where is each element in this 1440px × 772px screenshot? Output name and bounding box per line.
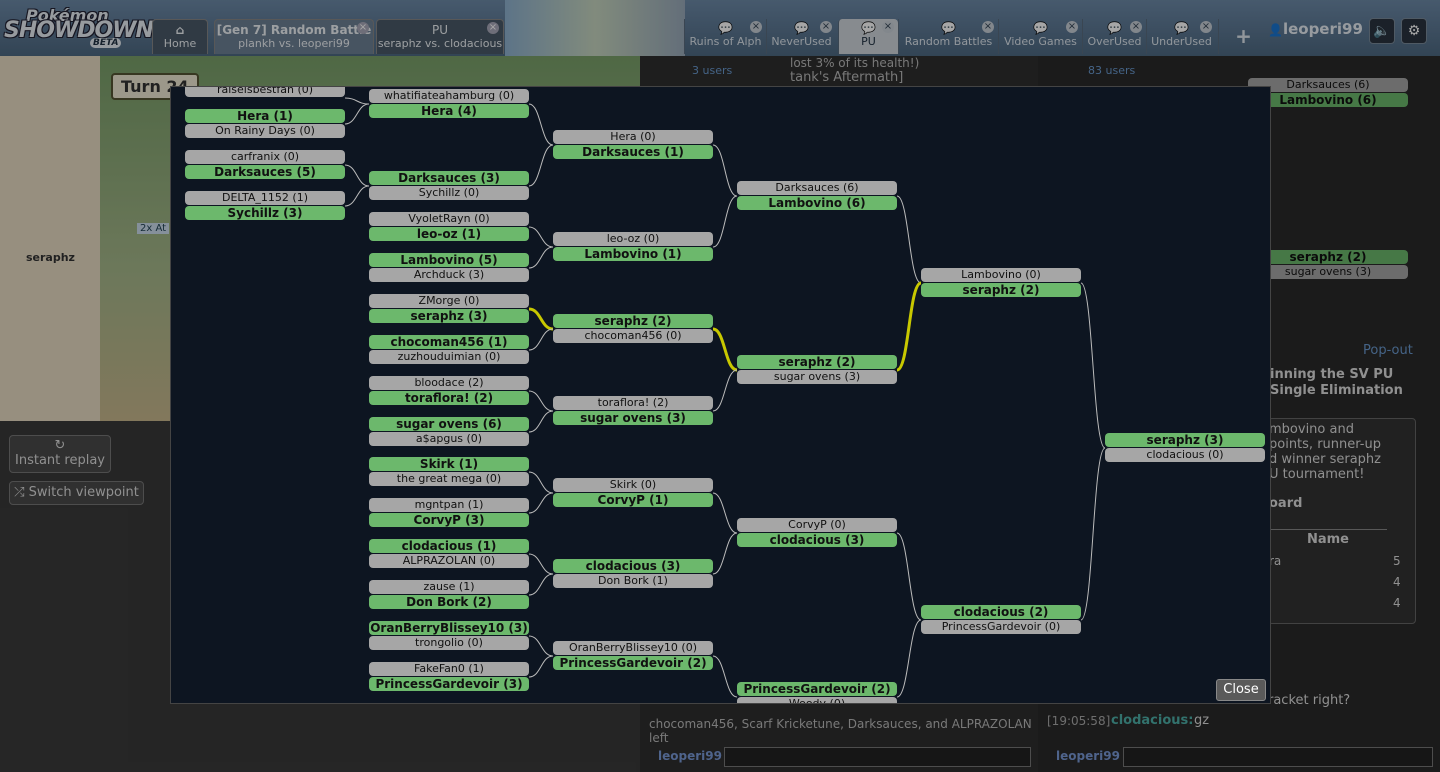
bracket-player-slot: seraphz (2) (737, 355, 897, 369)
bracket-player-slot: Sychillz (3) (185, 206, 345, 220)
bracket-player-slot: chocoman456 (0) (553, 329, 713, 343)
bracket-player-slot: clodacious (1) (369, 539, 529, 553)
bracket-match: leo-oz (0) Lambovino (1) (553, 232, 713, 262)
bracket-player-slot: Hera (1) (185, 109, 345, 123)
bracket-modal: ralseisbestfan (0) Hera (1) On Rainy Days … (170, 86, 1271, 704)
bracket-player-slot: ZMorge (0) (369, 294, 529, 308)
bracket-player-slot: Hera (4) (369, 104, 529, 118)
bracket-player-slot: clodacious (2) (921, 605, 1081, 619)
bracket-match: Lambovino (0) seraphz (2) (921, 268, 1081, 298)
bracket-match: chocoman456 (1) zuzhouduimian (0) (369, 335, 529, 365)
bracket-player-slot: clodacious (0) (1105, 448, 1265, 462)
bracket-match: FakeFan0 (1) PrincessGardevoir (3) (369, 662, 529, 692)
bracket-player-slot: toraflora! (2) (369, 391, 529, 405)
bracket-player-slot: Archduck (3) (369, 268, 529, 282)
bracket-player-slot: sugar ovens (3) (737, 370, 897, 384)
bracket-player-slot: CorvyP (1) (553, 493, 713, 507)
bracket-player-slot: OranBerryBlissey10 (3) (369, 621, 529, 635)
bracket-player-slot: zuzhouduimian (0) (369, 350, 529, 364)
bracket-player-slot: Darksauces (1) (553, 145, 713, 159)
bracket-player-slot: toraflora! (2) (553, 396, 713, 410)
bracket-match: bloodace (2) toraflora! (2) (369, 376, 529, 406)
bracket-player-slot: sugar ovens (6) (369, 417, 529, 431)
bracket-player-slot: FakeFan0 (1) (369, 662, 529, 676)
close-button[interactable]: Close (1216, 679, 1266, 701)
bracket-player-slot: bloodace (2) (369, 376, 529, 390)
bracket-player-slot: Lambovino (6) (737, 196, 897, 210)
bracket-player-slot: Darksauces (6) (737, 181, 897, 195)
bracket-player-slot: DELTA_1152 (1) (185, 191, 345, 205)
bracket-match: Darksauces (6) Lambovino (6) (737, 181, 897, 211)
bracket-player-slot: leo-oz (0) (553, 232, 713, 246)
bracket-player-slot: trongolio (0) (369, 636, 529, 650)
bracket-player-slot: chocoman456 (1) (369, 335, 529, 349)
bracket-player-slot: On Rainy Days (0) (185, 124, 345, 138)
bracket-player-slot: ALPRAZOLAN (0) (369, 554, 529, 568)
bracket-match: clodacious (3) Don Bork (1) (553, 559, 713, 589)
bracket-match: toraflora! (2) sugar ovens (3) (553, 396, 713, 426)
bracket-player-slot: Don Bork (2) (369, 595, 529, 609)
bracket-player-slot: CorvyP (0) (737, 518, 897, 532)
bracket-match: Darksauces (3) Sychillz (0) (369, 171, 529, 201)
bracket-match: Lambovino (5) Archduck (3) (369, 253, 529, 283)
bracket-player-slot: leo-oz (1) (369, 227, 529, 241)
bracket-player-slot: Sychillz (0) (369, 186, 529, 200)
bracket-player-slot: sugar ovens (3) (553, 411, 713, 425)
bracket-player-slot: Skirk (0) (553, 478, 713, 492)
bracket-match: PrincessGardevoir (2) Woody (0) (737, 682, 897, 703)
bracket-match: OranBerryBlissey10 (3) trongolio (0) (369, 621, 529, 651)
bracket-player-slot: whatifiateahamburg (0) (369, 89, 529, 103)
bracket-player-slot: a$apgus (0) (369, 432, 529, 446)
bracket-match: carfranix (0) Darksauces (5) (185, 150, 345, 180)
bracket-player-slot: Don Bork (1) (553, 574, 713, 588)
bracket-player-slot: carfranix (0) (185, 150, 345, 164)
bracket-match: VyoletRayn (0) leo-oz (1) (369, 212, 529, 242)
bracket-match: clodacious (2) PrincessGardevoir (0) (921, 605, 1081, 635)
bracket-match: clodacious (1) ALPRAZOLAN (0) (369, 539, 529, 569)
bracket-match: Hera (0) Darksauces (1) (553, 130, 713, 160)
bracket-player-slot: seraphz (3) (369, 309, 529, 323)
bracket-match: ralseisbestfan (0) (185, 87, 345, 98)
bracket-match: CorvyP (0) clodacious (3) (737, 518, 897, 548)
bracket-player-slot: seraphz (2) (553, 314, 713, 328)
bracket-player-slot: PrincessGardevoir (0) (921, 620, 1081, 634)
tournament-bracket: ralseisbestfan (0) Hera (1) On Rainy Days … (171, 87, 1270, 703)
bracket-match: Skirk (0) CorvyP (1) (553, 478, 713, 508)
bracket-player-slot: OranBerryBlissey10 (0) (553, 641, 713, 655)
bracket-player-slot: Woody (0) (737, 697, 897, 703)
bracket-player-slot: seraphz (2) (921, 283, 1081, 297)
bracket-match: seraphz (3) clodacious (0) (1105, 433, 1265, 463)
bracket-player-slot: PrincessGardevoir (2) (553, 656, 713, 670)
bracket-player-slot: Hera (0) (553, 130, 713, 144)
bracket-match: sugar ovens (6) a$apgus (0) (369, 417, 529, 447)
bracket-player-slot: seraphz (3) (1105, 433, 1265, 447)
bracket-match: zause (1) Don Bork (2) (369, 580, 529, 610)
bracket-player-slot: Lambovino (0) (921, 268, 1081, 282)
bracket-player-slot: clodacious (3) (737, 533, 897, 547)
bracket-player-slot: Lambovino (5) (369, 253, 529, 267)
bracket-player-slot: ralseisbestfan (0) (185, 87, 345, 97)
bracket-match: OranBerryBlissey10 (0) PrincessGardevoir … (553, 641, 713, 671)
bracket-player-slot: Darksauces (3) (369, 171, 529, 185)
bracket-match: DELTA_1152 (1) Sychillz (3) (185, 191, 345, 221)
bracket-player-slot: Darksauces (5) (185, 165, 345, 179)
bracket-match: Hera (1) On Rainy Days (0) (185, 109, 345, 139)
bracket-player-slot: CorvyP (3) (369, 513, 529, 527)
bracket-player-slot: zause (1) (369, 580, 529, 594)
bracket-player-slot: PrincessGardevoir (3) (369, 677, 529, 691)
bracket-match: mgntpan (1) CorvyP (3) (369, 498, 529, 528)
bracket-player-slot: the great mega (0) (369, 472, 529, 486)
bracket-match: ZMorge (0) seraphz (3) (369, 294, 529, 324)
bracket-player-slot: Skirk (1) (369, 457, 529, 471)
bracket-match: Skirk (1) the great mega (0) (369, 457, 529, 487)
bracket-match: seraphz (2) chocoman456 (0) (553, 314, 713, 344)
bracket-match: seraphz (2) sugar ovens (3) (737, 355, 897, 385)
bracket-player-slot: mgntpan (1) (369, 498, 529, 512)
bracket-match: whatifiateahamburg (0) Hera (4) (369, 89, 529, 119)
bracket-player-slot: Lambovino (1) (553, 247, 713, 261)
bracket-player-slot: VyoletRayn (0) (369, 212, 529, 226)
bracket-player-slot: clodacious (3) (553, 559, 713, 573)
bracket-player-slot: PrincessGardevoir (2) (737, 682, 897, 696)
